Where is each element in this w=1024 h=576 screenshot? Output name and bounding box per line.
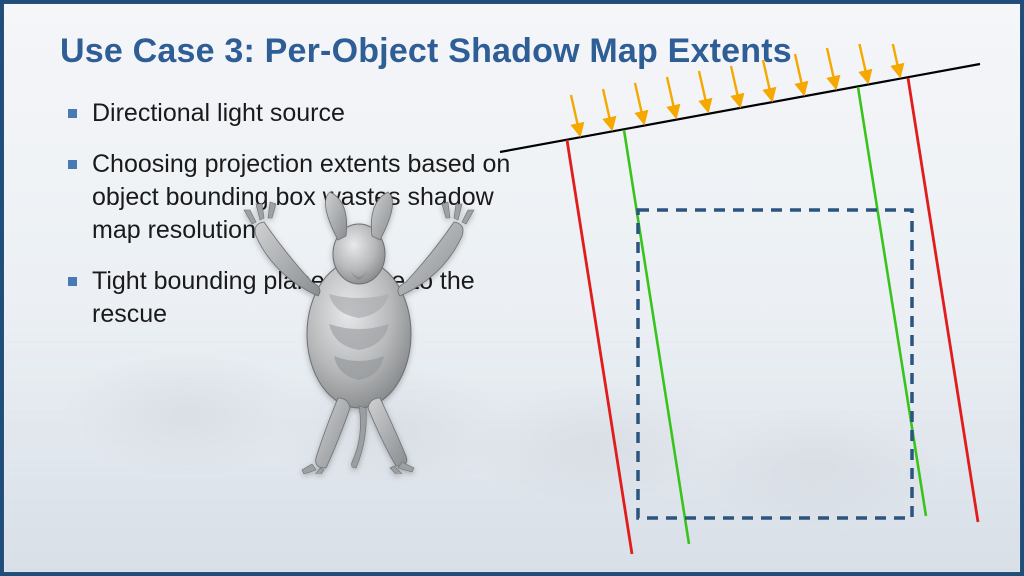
light-arrows-group	[571, 44, 900, 135]
bounding-box-rect	[638, 210, 912, 518]
armadillo-model-icon	[234, 184, 484, 474]
light-plane-line	[500, 64, 980, 152]
tight-extent-lines	[624, 87, 926, 544]
shadow-diagram	[420, 44, 1020, 564]
bbox-extent-lines	[567, 78, 978, 554]
